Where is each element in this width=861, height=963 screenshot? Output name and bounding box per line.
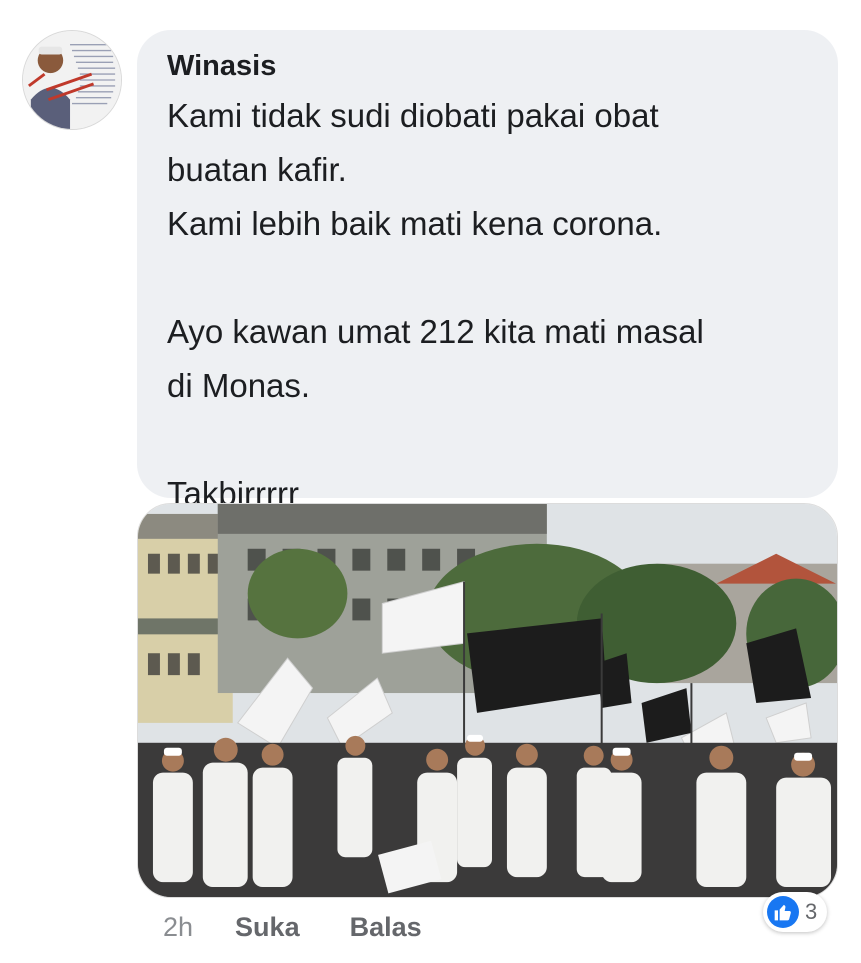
reactions-badge[interactable]: 3: [763, 892, 828, 932]
comment-timestamp[interactable]: 2h: [163, 912, 193, 943]
comment-author-name[interactable]: Winasis: [167, 50, 808, 83]
comment-text: Kami tidak sudi diobati pakai obat buata…: [167, 97, 704, 512]
avatar[interactable]: [22, 30, 122, 130]
comment-bubble: Winasis Kami tidak sudi diobati pakai ob…: [137, 30, 838, 512]
like-button[interactable]: Suka: [235, 912, 300, 943]
crowd-protest-photo: [138, 504, 837, 897]
comment-actions: 2h Suka Balas: [163, 905, 472, 949]
attached-photo[interactable]: [137, 503, 838, 898]
like-thumbs-up-icon: [767, 896, 799, 928]
avatar-image: [23, 31, 121, 129]
reaction-count: 3: [805, 899, 818, 924]
reply-button[interactable]: Balas: [350, 912, 422, 943]
